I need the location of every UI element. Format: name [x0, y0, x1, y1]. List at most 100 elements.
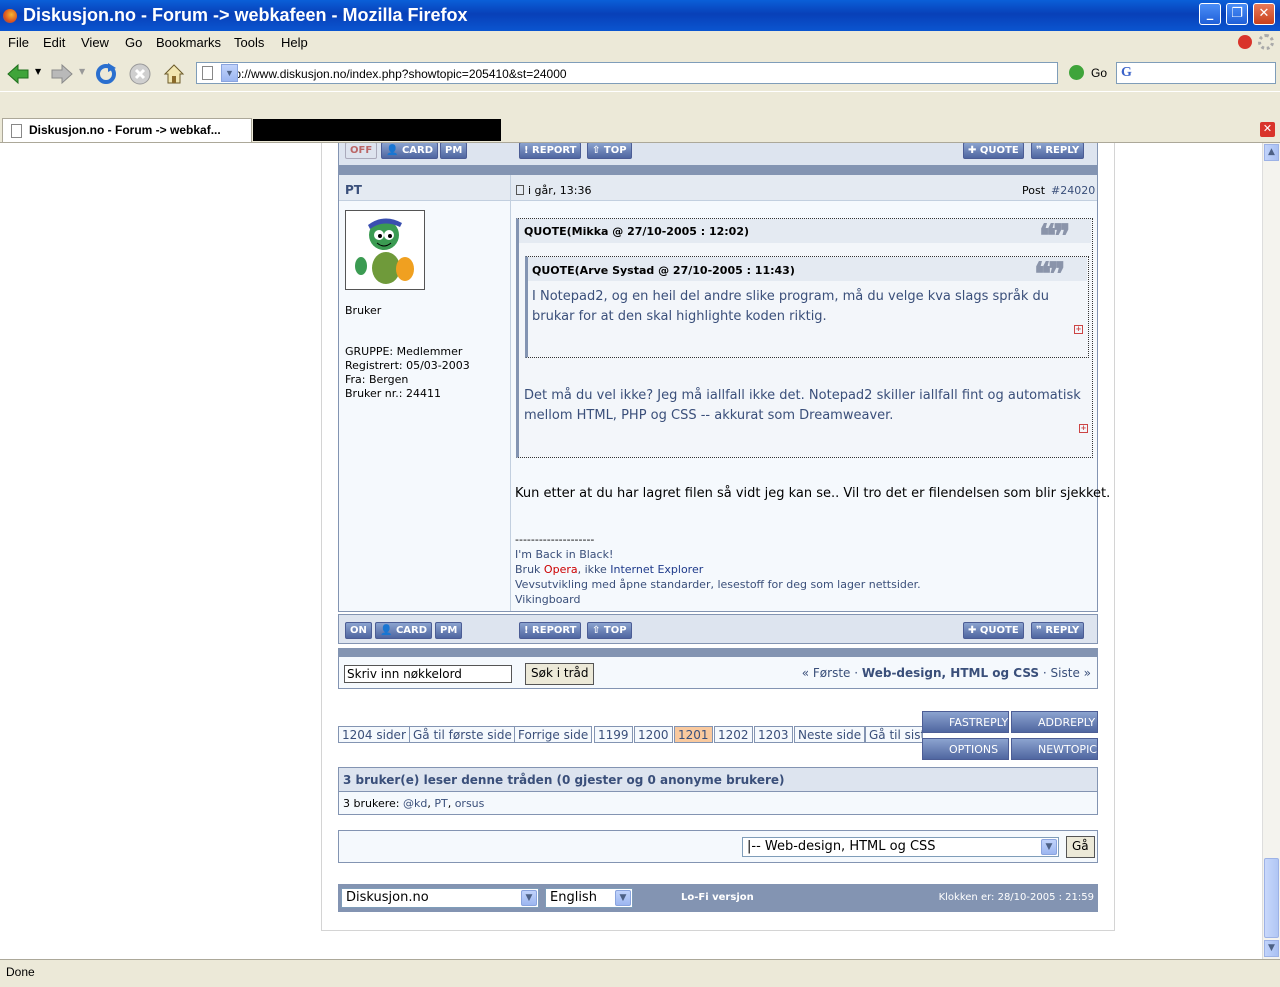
reply-label: REPLY	[1045, 145, 1080, 156]
topic-search-input[interactable]: Skriv inn nøkkelord	[344, 665, 512, 683]
stop-icon[interactable]	[128, 62, 152, 86]
next-page-link[interactable]: Neste side	[794, 726, 866, 743]
first-topic-link[interactable]: « Første	[802, 666, 851, 680]
reload-icon[interactable]	[94, 62, 118, 86]
card-button[interactable]: 👤 CARD	[375, 622, 433, 639]
prev-page-link[interactable]: Forrige side	[514, 726, 593, 743]
quote-button[interactable]: ✚ QUOTE	[963, 143, 1024, 159]
menu-edit[interactable]: Edit	[43, 35, 65, 50]
options-button[interactable]: OPTIONS	[922, 738, 1009, 760]
active-readers-header: 3 bruker(e) leser denne tråden (0 gjeste…	[343, 773, 785, 787]
forum-jump-select[interactable]: |-- Web-design, HTML og CSS ▼	[742, 837, 1059, 857]
scroll-thumb[interactable]	[1264, 858, 1279, 938]
lofi-link[interactable]: Lo-Fi versjon	[681, 892, 754, 903]
page-link-1200[interactable]: 1200	[634, 726, 673, 743]
quote-label: QUOTE	[979, 625, 1019, 636]
topic-search-button[interactable]: Søk i tråd	[525, 663, 595, 685]
signature-line3-link[interactable]: Vevsutvikling med åpne standarder, leses…	[515, 578, 921, 591]
url-text: http://www.diskusjon.no/index.php?showto…	[221, 67, 567, 81]
user-number: Bruker nr.: 24411	[345, 387, 441, 400]
back-icon[interactable]	[6, 62, 30, 86]
signature-line2: Bruk Opera, ikke Internet Explorer	[515, 563, 703, 576]
menu-view[interactable]: View	[81, 35, 109, 50]
tab-page-icon	[11, 124, 22, 138]
card-label: CARD	[395, 625, 428, 636]
expand-quote-icon[interactable]: +	[1074, 325, 1083, 334]
go-button[interactable]: Go	[1091, 66, 1107, 80]
chevron-down-icon: ▼	[521, 890, 537, 906]
page-link-1202[interactable]: 1202	[714, 726, 753, 743]
card-label: CARD	[401, 145, 434, 156]
menu-tools[interactable]: Tools	[234, 35, 264, 50]
last-page-link[interactable]: Gå til sist	[865, 726, 923, 743]
top-button[interactable]: ⇧ TOP	[587, 622, 632, 639]
post-date: i går, 13:36	[528, 184, 592, 197]
home-icon[interactable]	[162, 62, 186, 86]
tab-active[interactable]: Diskusjon.no - Forum -> webkaf...	[2, 118, 252, 142]
update-icon[interactable]	[1238, 35, 1252, 49]
scroll-down-icon[interactable]: ▼	[1264, 940, 1279, 957]
reply-button[interactable]: ❞ REPLY	[1031, 622, 1085, 639]
forum-jump-row: |-- Web-design, HTML og CSS ▼ Gå	[338, 830, 1098, 863]
post-divider	[510, 175, 511, 611]
menu-go[interactable]: Go	[125, 35, 142, 50]
minimize-button[interactable]: _	[1199, 3, 1221, 25]
forum-link[interactable]: Web-design, HTML og CSS	[862, 666, 1039, 680]
sig-opera-link[interactable]: Opera	[544, 563, 578, 576]
top-button[interactable]: ⇧ TOP	[587, 143, 632, 159]
post: PT i går, 13:36 Post #24020 Bruker GRUPP…	[338, 174, 1110, 612]
maximize-button[interactable]: ❐	[1226, 3, 1248, 25]
quote-outer-header: QUOTE(Mikka @ 27/10-2005 : 12:02)	[524, 225, 750, 238]
signature-divider: --------------------	[515, 533, 595, 546]
quote-button[interactable]: ✚ QUOTE	[963, 622, 1024, 639]
bookmarks-toolbar	[0, 91, 1280, 115]
footer-bar: Diskusjon.no ▼ English ▼ Lo-Fi versjon K…	[338, 884, 1098, 912]
reader-link[interactable]: orsus	[455, 797, 485, 810]
topic-nav-sep2: ·	[1042, 666, 1047, 680]
page-link-1203[interactable]: 1203	[754, 726, 793, 743]
post-number-link[interactable]: #24020	[1051, 184, 1095, 197]
report-button[interactable]: ! REPORT	[519, 143, 582, 159]
go-icon[interactable]	[1069, 65, 1084, 80]
menu-bookmarks[interactable]: Bookmarks	[156, 35, 221, 50]
google-icon[interactable]: G	[1121, 65, 1132, 81]
newtopic-button[interactable]: NEWTOPIC	[1011, 738, 1098, 760]
quote-inner-text: I Notepad2, og en heil del andre slike p…	[532, 289, 1050, 324]
last-topic-link[interactable]: Siste »	[1051, 666, 1091, 680]
expand-outer-quote-icon[interactable]: +	[1079, 424, 1088, 433]
first-page-link[interactable]: Gå til første side	[409, 726, 516, 743]
close-window-button[interactable]: ✕	[1253, 3, 1275, 25]
post-author[interactable]: PT	[345, 183, 362, 197]
signature-line4-link[interactable]: Vikingboard	[515, 593, 580, 606]
menu-help[interactable]: Help	[281, 35, 308, 50]
forum-jump-button[interactable]: Gå	[1066, 836, 1095, 858]
quote-inner-header: QUOTE(Arve Systad @ 27/10-2005 : 11:43)	[532, 264, 795, 277]
pm-button[interactable]: PM	[435, 622, 463, 639]
post-header	[339, 175, 1097, 201]
reader-link[interactable]: @kd	[403, 797, 427, 810]
close-tab-icon[interactable]: ✕	[1260, 122, 1275, 137]
fastreply-button[interactable]: FASTREPLY	[922, 711, 1009, 733]
scroll-up-icon[interactable]: ▲	[1264, 144, 1279, 161]
url-dropdown-icon[interactable]: ▼	[221, 64, 238, 82]
search-box[interactable]: G	[1116, 62, 1276, 84]
reply-button[interactable]: ❞ REPLY	[1031, 143, 1085, 159]
report-button[interactable]: ! REPORT	[519, 622, 582, 639]
reader-link[interactable]: PT	[434, 797, 447, 810]
skin-select[interactable]: Diskusjon.no ▼	[341, 888, 539, 908]
page-link-1199[interactable]: 1199	[594, 726, 633, 743]
pm-button[interactable]: PM	[440, 143, 468, 159]
menu-bar: File Edit View Go Bookmarks Tools Help	[0, 31, 1280, 55]
sig-ie-link[interactable]: Internet Explorer	[610, 563, 703, 576]
page-icon	[202, 66, 213, 80]
back-dropdown-icon[interactable]: ▼	[35, 67, 41, 76]
vertical-scrollbar[interactable]: ▲ ▼	[1262, 143, 1280, 959]
language-select[interactable]: English ▼	[545, 888, 633, 908]
tab-redacted[interactable]	[253, 119, 501, 141]
card-button[interactable]: 👤 CARD	[381, 143, 439, 159]
url-bar[interactable]: http://www.diskusjon.no/index.php?showto…	[196, 62, 1058, 84]
forward-dropdown-icon[interactable]: ▼	[79, 67, 85, 76]
forward-icon[interactable]	[50, 62, 74, 86]
menu-file[interactable]: File	[8, 35, 29, 50]
addreply-button[interactable]: ADDREPLY	[1011, 711, 1098, 733]
